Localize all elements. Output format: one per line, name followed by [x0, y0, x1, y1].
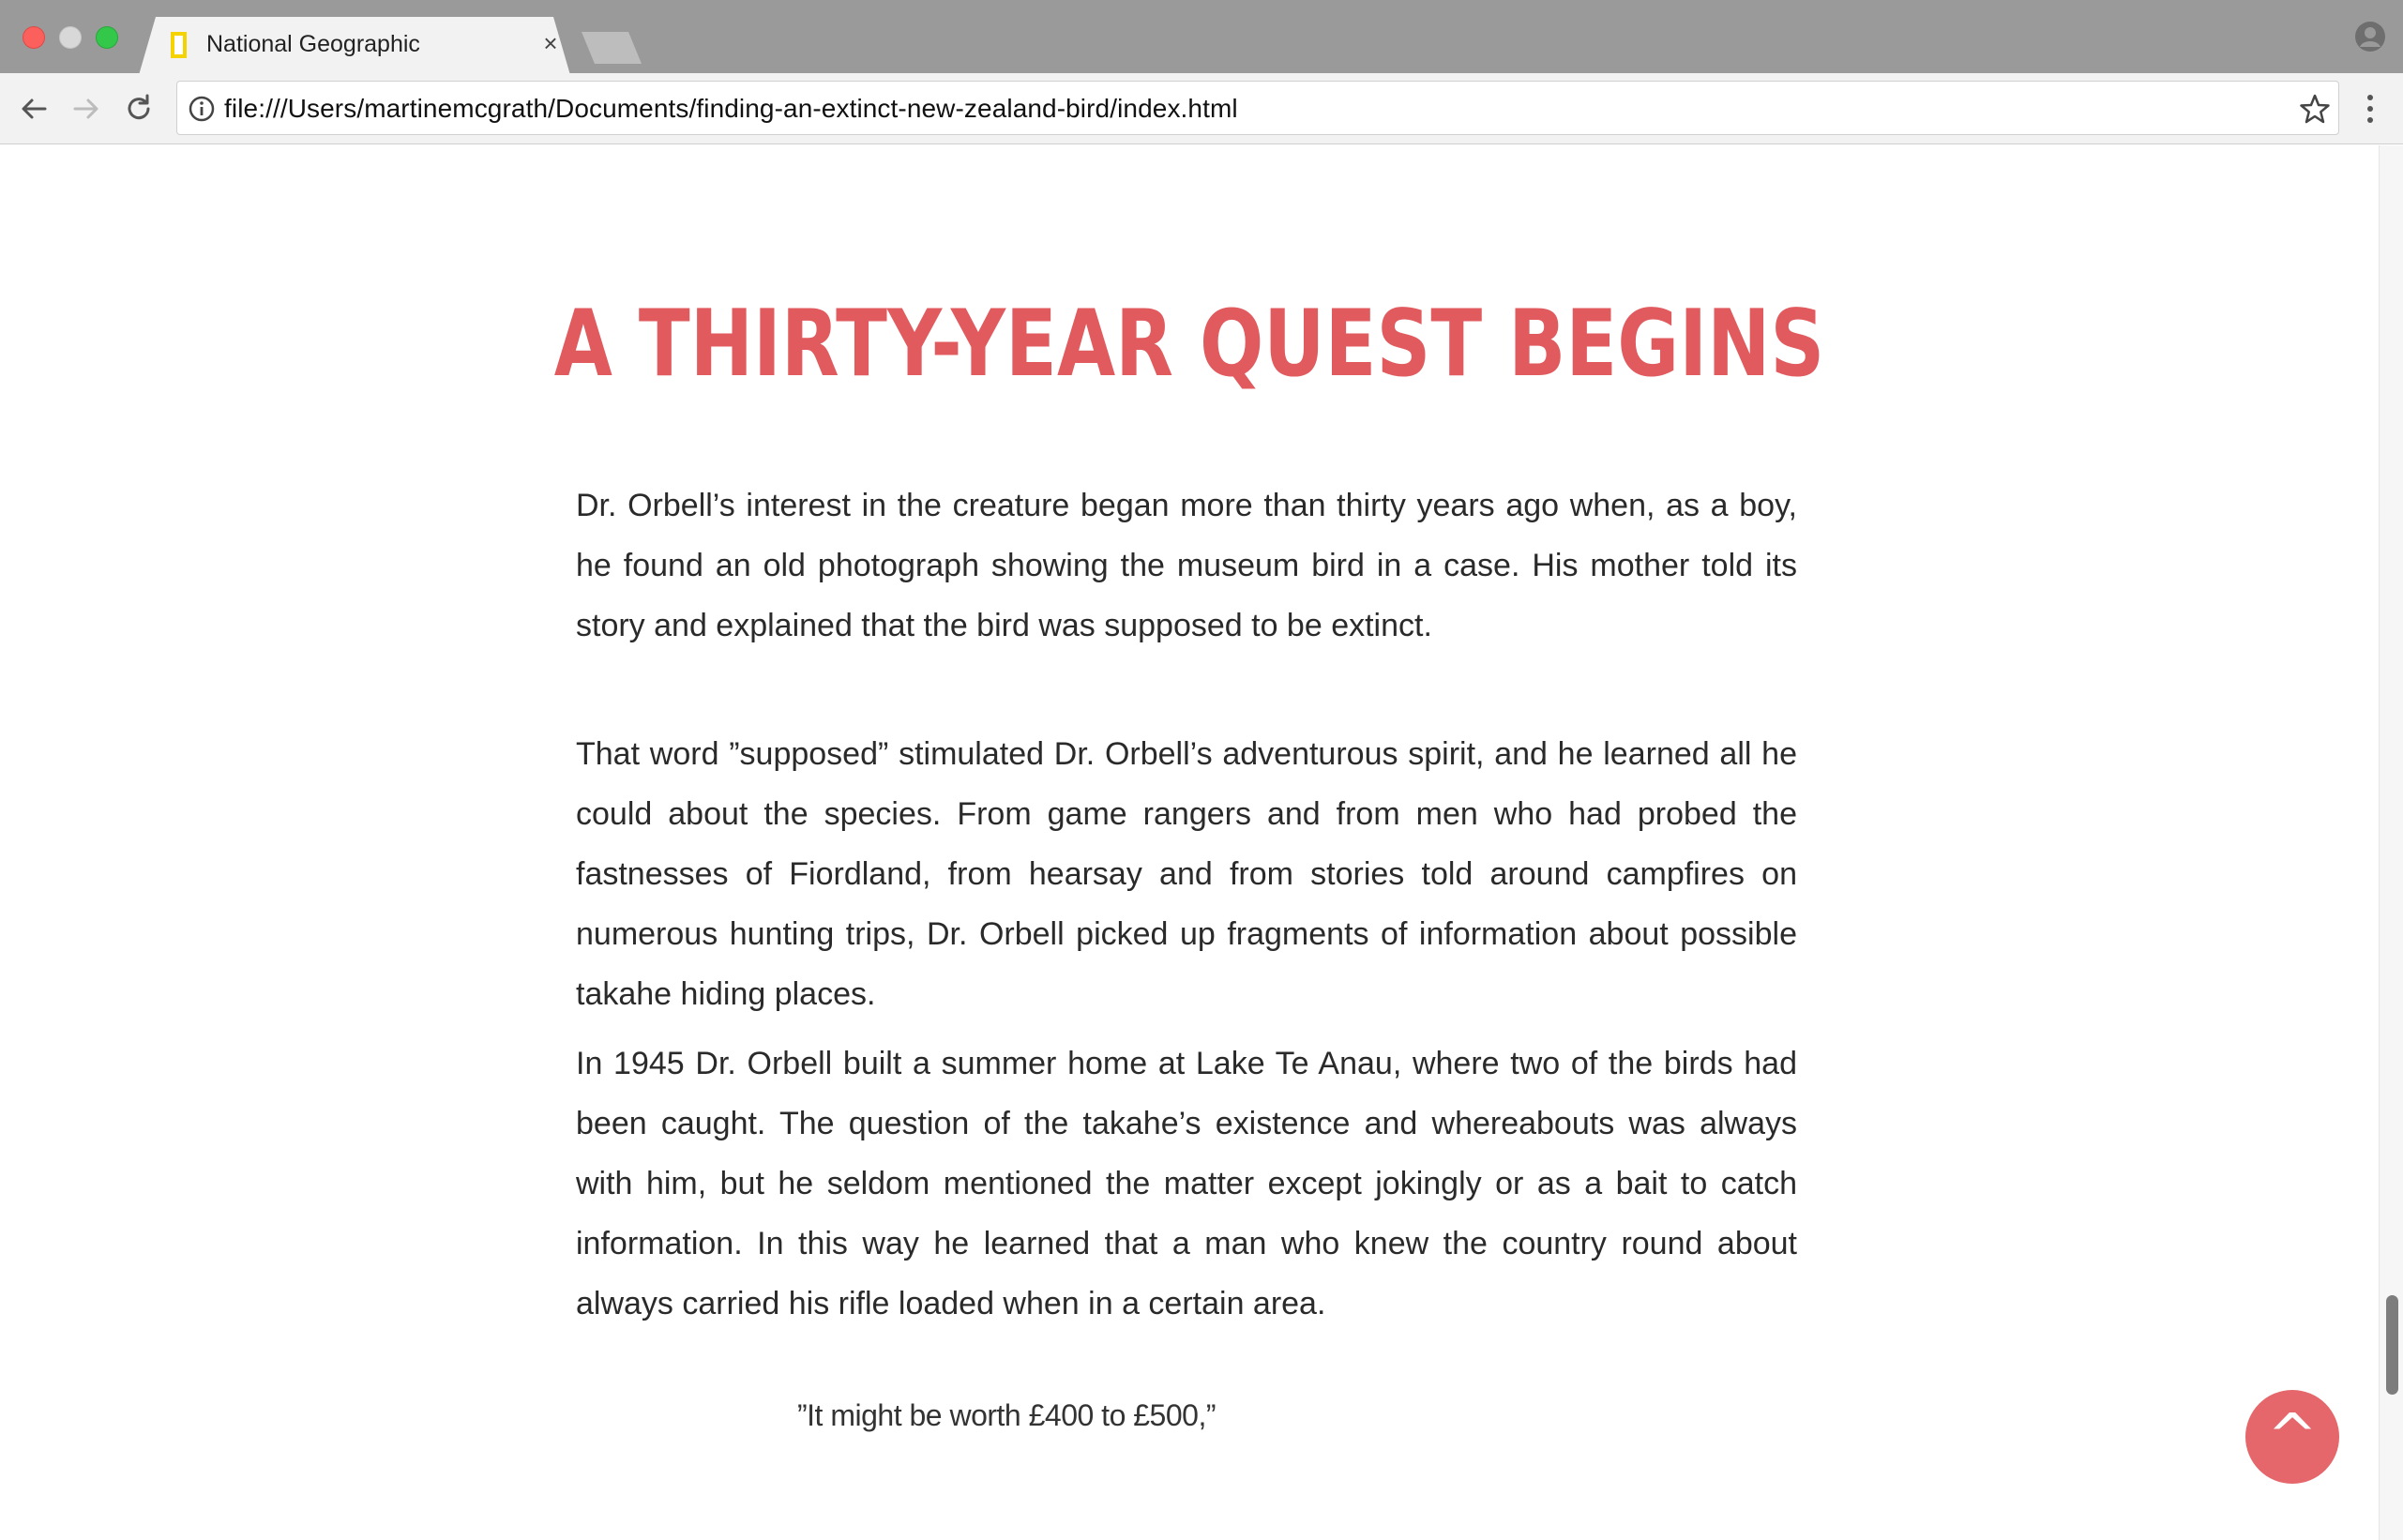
tab-close-button[interactable]: × — [537, 29, 565, 57]
browser-titlebar: National Geographic × — [0, 0, 2403, 75]
new-tab-button[interactable] — [582, 32, 642, 64]
back-to-top-button[interactable]: ^ — [2245, 1390, 2339, 1484]
article-paragraph: In 1945 Dr. Orbell built a summer home a… — [576, 1046, 1797, 1321]
info-icon[interactable] — [189, 96, 215, 122]
forward-button[interactable] — [66, 88, 107, 129]
arrow-left-icon — [22, 98, 47, 119]
window-close-button[interactable] — [23, 26, 45, 49]
window-maximize-button[interactable] — [96, 26, 118, 49]
page-scrollbar[interactable] — [2379, 145, 2403, 1540]
article-paragraph: That word ”supposed” stimulated Dr. Orbe… — [576, 736, 1797, 1012]
article-paragraph: Dr. Orbell’s interest in the creature be… — [576, 488, 1797, 643]
back-button[interactable] — [13, 88, 54, 129]
page-viewport: A THIRTY-YEAR QUEST BEGINS Dr. Orbell’s … — [0, 145, 2379, 1540]
address-bar[interactable]: file:///Users/martinemcgrath/Documents/f… — [176, 81, 2339, 135]
profile-icon[interactable] — [2354, 21, 2386, 53]
tab-title: National Geographic — [206, 31, 420, 57]
arrow-right-icon — [73, 98, 98, 119]
browser-toolbar: file:///Users/martinemcgrath/Documents/f… — [0, 73, 2403, 144]
browser-tab-active[interactable]: National Geographic × — [139, 17, 570, 75]
section-heading: A THIRTY-YEAR QUEST BEGINS — [553, 291, 1825, 398]
kebab-menu-icon[interactable] — [2356, 90, 2384, 128]
pull-quote: ”It might be worth £400 to £500,” — [797, 1398, 1216, 1432]
window-minimize-button[interactable] — [59, 26, 82, 49]
star-icon[interactable] — [2299, 93, 2331, 125]
natgeo-favicon-icon — [171, 32, 187, 58]
scrollbar-thumb[interactable] — [2386, 1295, 2398, 1395]
reload-button[interactable] — [118, 88, 159, 129]
url-text[interactable]: file:///Users/martinemcgrath/Documents/f… — [224, 94, 1238, 124]
reload-icon — [128, 94, 150, 120]
